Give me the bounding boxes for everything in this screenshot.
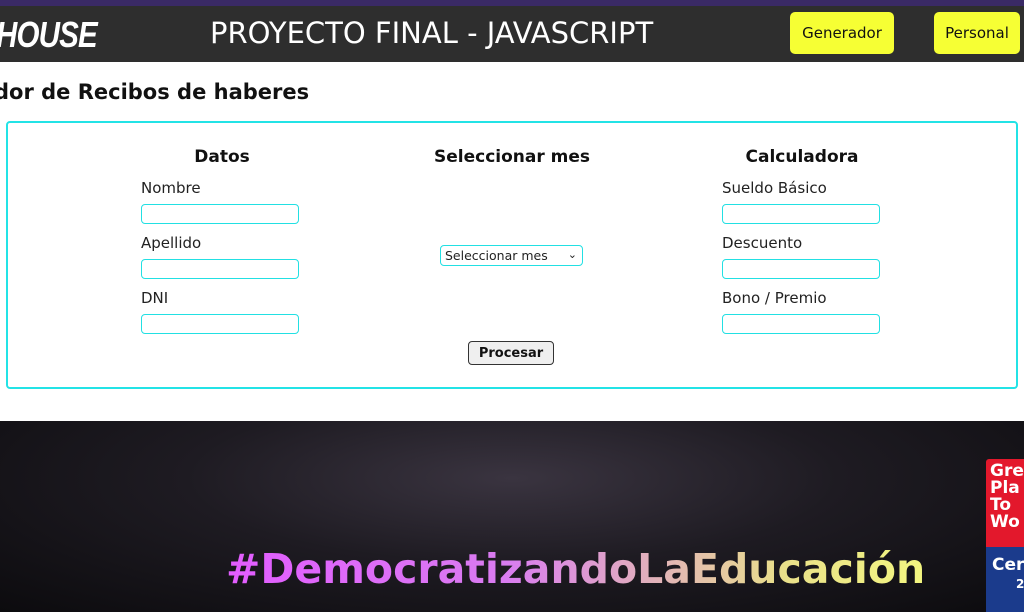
hashtag-slogan: #DemocratizandoLaEducación bbox=[226, 545, 926, 593]
generador-button[interactable]: Generador bbox=[790, 12, 894, 54]
bono-premio-input[interactable] bbox=[722, 314, 880, 334]
calculadora-heading: Calculadora bbox=[745, 147, 859, 167]
personal-button[interactable]: Personal bbox=[934, 12, 1020, 54]
bono-premio-label: Bono / Premio bbox=[722, 289, 827, 307]
nombre-input[interactable] bbox=[141, 204, 299, 224]
nombre-label: Nombre bbox=[141, 179, 201, 197]
sueldo-basico-label: Sueldo Básico bbox=[722, 179, 827, 197]
badge-cert-text: Cer bbox=[992, 555, 1024, 575]
top-navbar: HOUSE PROYECTO FINAL - JAVASCRIPT Genera… bbox=[0, 6, 1024, 62]
descuento-label: Descuento bbox=[722, 234, 803, 252]
brand-logo[interactable]: HOUSE bbox=[0, 14, 98, 56]
footer-banner: #DemocratizandoLaEducación Gre Pla To Wo… bbox=[0, 421, 1024, 612]
chevron-down-icon: ⌄ bbox=[567, 248, 577, 261]
certification-badge: Gre Pla To Wo Cer 2 bbox=[986, 459, 1024, 612]
apellido-input[interactable] bbox=[141, 259, 299, 279]
descuento-input[interactable] bbox=[722, 259, 880, 279]
receipt-form: Datos Nombre Apellido DNI Seleccionar me… bbox=[6, 121, 1018, 389]
dni-label: DNI bbox=[141, 289, 169, 307]
sueldo-basico-input[interactable] bbox=[722, 204, 880, 224]
apellido-label: Apellido bbox=[141, 234, 202, 252]
procesar-button[interactable]: Procesar bbox=[468, 341, 554, 365]
page-title: dor de Recibos de haberes bbox=[0, 80, 310, 104]
badge-year-text: 2 bbox=[1016, 577, 1024, 591]
seleccionar-mes-heading: Seleccionar mes bbox=[433, 147, 591, 167]
dni-input[interactable] bbox=[141, 314, 299, 334]
month-select[interactable]: Seleccionar mes ⌄ bbox=[440, 245, 583, 266]
datos-heading: Datos bbox=[194, 147, 250, 167]
badge-top-text: Gre Pla To Wo bbox=[990, 461, 1024, 532]
project-title: PROYECTO FINAL - JAVASCRIPT bbox=[210, 16, 654, 50]
month-select-value: Seleccionar mes bbox=[445, 248, 548, 263]
